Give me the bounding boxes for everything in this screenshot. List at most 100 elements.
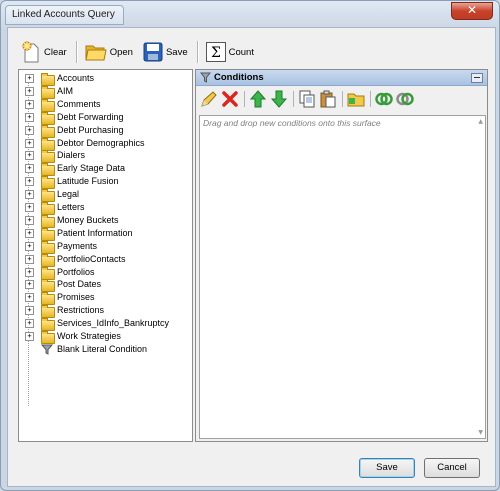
tree-item[interactable]: + Restrictions bbox=[19, 304, 192, 319]
expand-icon[interactable]: + bbox=[25, 164, 34, 174]
tree-item[interactable]: + Debt Forwarding bbox=[19, 111, 192, 125]
expand-icon[interactable]: + bbox=[25, 306, 34, 316]
tree-item-label: Services_IdInfo_Bankruptcy bbox=[57, 318, 170, 329]
tree-item[interactable]: + PortfolioContacts bbox=[19, 253, 192, 267]
tree-item[interactable]: + Patient Information bbox=[19, 227, 192, 241]
tree-item[interactable]: + Services_IdInfo_Bankruptcy bbox=[19, 317, 192, 332]
copy-button[interactable] bbox=[298, 90, 316, 108]
tree-item[interactable]: + Money Buckets bbox=[19, 214, 192, 228]
tree-item[interactable]: + Dialers bbox=[19, 149, 192, 164]
tree-item-label: Early Stage Data bbox=[57, 163, 126, 174]
cancel-button[interactable]: Cancel bbox=[424, 458, 480, 478]
edit-condition-button[interactable] bbox=[200, 90, 218, 108]
conditions-panel: Conditions Drag and drop new conditions … bbox=[195, 69, 488, 442]
expand-icon[interactable]: + bbox=[25, 228, 34, 238]
expand-icon[interactable]: + bbox=[25, 319, 34, 329]
tree-item-label: Accounts bbox=[57, 73, 95, 83]
floppy-disk-icon bbox=[143, 42, 163, 62]
toolbar-divider bbox=[244, 91, 245, 107]
tree-item-label: Portfolios bbox=[57, 266, 95, 277]
tree-item-label: Debt Forwarding bbox=[57, 111, 124, 122]
collapse-button[interactable] bbox=[471, 73, 483, 83]
expand-icon[interactable]: + bbox=[25, 99, 34, 109]
or-rings-icon bbox=[396, 92, 414, 106]
tree-item[interactable]: + Comments bbox=[19, 98, 192, 112]
delete-x-icon bbox=[222, 91, 238, 107]
tree-item[interactable]: + Debtor Demographics bbox=[19, 137, 192, 151]
tree-item-label: AIM bbox=[57, 85, 74, 96]
expand-icon[interactable]: + bbox=[25, 112, 34, 122]
expand-icon[interactable]: + bbox=[25, 125, 34, 135]
conditions-surface[interactable]: Drag and drop new conditions onto this s… bbox=[199, 115, 486, 439]
open-label: Open bbox=[109, 46, 133, 58]
tree-item-label: Legal bbox=[57, 189, 80, 200]
scroll-up-arrow-icon[interactable]: ▲ bbox=[478, 118, 483, 125]
svg-text:Σ: Σ bbox=[211, 45, 221, 61]
window-title: Linked Accounts Query bbox=[5, 5, 124, 25]
clear-icon bbox=[22, 41, 39, 63]
folder-add-icon bbox=[347, 93, 365, 107]
and-operator-button[interactable] bbox=[375, 90, 393, 108]
expand-icon[interactable]: + bbox=[25, 190, 34, 200]
expand-icon[interactable]: + bbox=[25, 293, 34, 303]
expand-icon[interactable]: + bbox=[25, 74, 34, 83]
tree-item-label: Comments bbox=[57, 98, 101, 109]
close-icon: ✕ bbox=[466, 3, 478, 17]
scroll-down-arrow-icon[interactable]: ▼ bbox=[478, 429, 483, 436]
or-operator-button[interactable] bbox=[396, 90, 414, 108]
expand-icon[interactable]: + bbox=[25, 267, 34, 277]
expand-icon[interactable]: + bbox=[25, 254, 34, 264]
tree-item-label: Blank Literal Condition bbox=[57, 343, 148, 354]
count-label: Count bbox=[228, 46, 254, 58]
count-button[interactable]: Σ Count bbox=[203, 39, 257, 65]
toolbar-divider bbox=[75, 41, 78, 63]
tree-item[interactable]: + Legal bbox=[19, 188, 192, 203]
paste-button[interactable] bbox=[319, 90, 337, 108]
tree-item[interactable]: + AIM bbox=[19, 85, 192, 99]
open-button[interactable]: Open bbox=[82, 39, 136, 65]
expand-icon[interactable]: + bbox=[25, 332, 34, 341]
arrow-down-icon bbox=[270, 90, 288, 108]
data-source-tree[interactable]: + Accounts + AIM + Comments + Debt Forwarding + D… bbox=[18, 69, 193, 442]
close-button[interactable]: ✕ bbox=[451, 2, 493, 20]
tree-item[interactable]: + Accounts bbox=[19, 72, 192, 86]
clear-button[interactable]: Clear bbox=[18, 39, 70, 65]
dialog-window: Linked Accounts Query ✕ Clear Open Save … bbox=[0, 0, 500, 491]
move-down-button[interactable] bbox=[270, 90, 288, 108]
main-toolbar: Clear Open Save Σ Count bbox=[18, 38, 261, 66]
tree-item[interactable]: + Promises bbox=[19, 291, 192, 306]
expand-icon[interactable]: + bbox=[25, 241, 34, 251]
tree-item-label: Restrictions bbox=[57, 305, 105, 316]
tree-item-blank-literal[interactable]: Blank Literal Condition bbox=[19, 343, 192, 356]
expand-icon[interactable]: + bbox=[25, 151, 34, 161]
tree-item-label: Latitude Fusion bbox=[57, 176, 119, 187]
sigma-icon: Σ bbox=[205, 42, 226, 62]
tree-item[interactable]: + Work Strategies bbox=[19, 330, 192, 344]
tree-item-label: Promises bbox=[57, 292, 95, 303]
save-button[interactable]: Save bbox=[359, 458, 415, 478]
tree-item-label: Patient Information bbox=[57, 227, 133, 238]
delete-condition-button[interactable] bbox=[221, 90, 239, 108]
expand-icon[interactable]: + bbox=[25, 215, 34, 225]
expand-icon[interactable]: + bbox=[25, 177, 34, 187]
expand-icon[interactable]: + bbox=[25, 203, 34, 212]
expand-icon[interactable]: + bbox=[25, 280, 34, 290]
tree-item[interactable]: + Latitude Fusion bbox=[19, 175, 192, 190]
expand-icon[interactable]: + bbox=[25, 138, 34, 148]
save-toolbar-button[interactable]: Save bbox=[140, 39, 191, 65]
tree-item[interactable]: + Letters bbox=[19, 201, 192, 215]
tree-item[interactable]: + Early Stage Data bbox=[19, 162, 192, 177]
tree-item-label: Dialers bbox=[57, 150, 86, 161]
pencil-icon bbox=[201, 91, 217, 107]
move-up-button[interactable] bbox=[249, 90, 267, 108]
toolbar-divider bbox=[196, 41, 199, 63]
group-button[interactable] bbox=[347, 90, 365, 108]
toolbar-divider bbox=[293, 91, 294, 107]
expand-icon[interactable]: + bbox=[25, 86, 34, 96]
toolbar-divider bbox=[342, 91, 343, 107]
tree-item[interactable]: + Post Dates bbox=[19, 278, 192, 293]
tree-item[interactable]: + Portfolios bbox=[19, 266, 192, 280]
toolbar-divider bbox=[370, 91, 371, 107]
tree-item[interactable]: + Debt Purchasing bbox=[19, 124, 192, 138]
tree-item[interactable]: + Payments bbox=[19, 240, 192, 254]
